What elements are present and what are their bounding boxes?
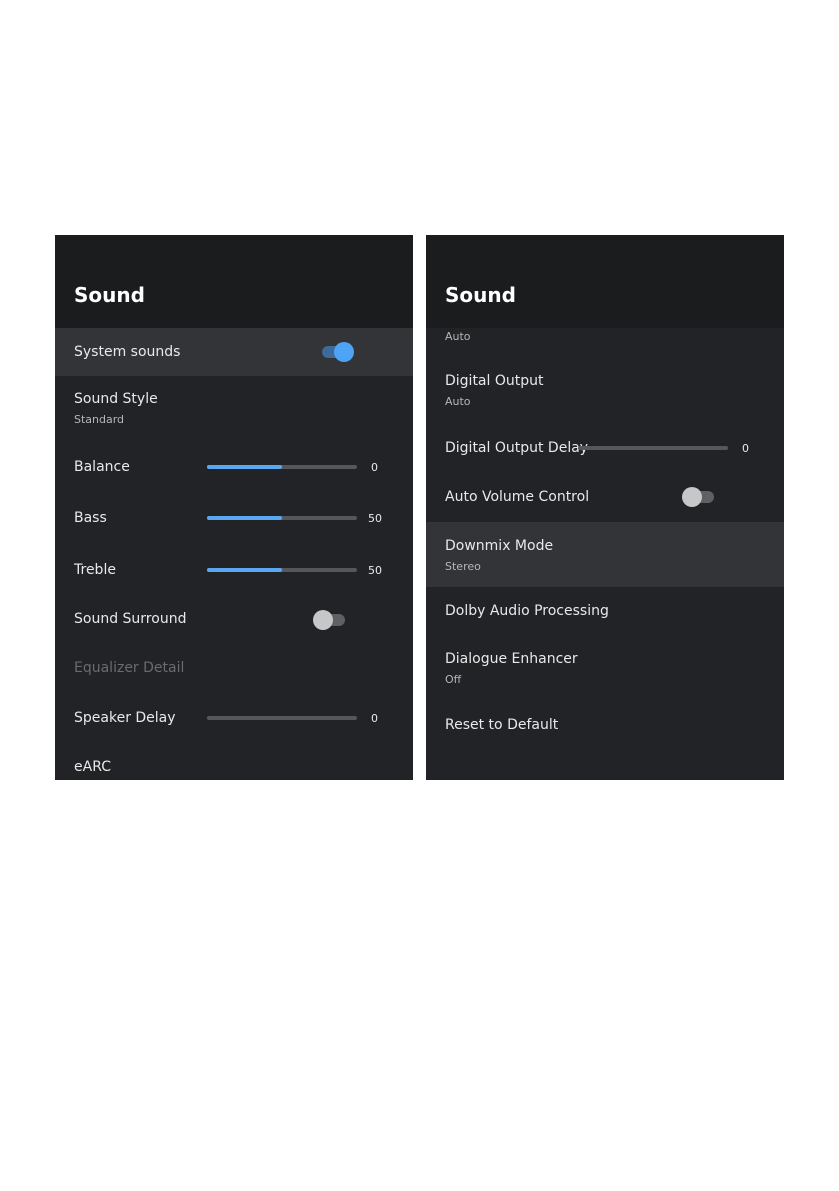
digital-output-label: Digital Output xyxy=(445,373,544,389)
digital-output-row[interactable]: Digital Output Auto xyxy=(426,365,784,420)
toggle-knob xyxy=(313,610,333,630)
system-sounds-row[interactable]: System sounds xyxy=(55,328,413,376)
partial-row: Auto xyxy=(426,328,784,348)
balance-slider-fill xyxy=(207,465,282,469)
downmix-mode-row[interactable]: Downmix Mode Stereo xyxy=(426,522,784,587)
auto-volume-control-label: Auto Volume Control xyxy=(445,489,590,505)
earc-label: eARC xyxy=(74,759,111,775)
bass-slider[interactable] xyxy=(207,516,357,520)
auto-volume-control-toggle[interactable] xyxy=(682,486,718,508)
balance-row[interactable]: Balance 0 xyxy=(55,443,413,491)
digital-output-value: Auto xyxy=(445,395,471,408)
speaker-delay-slider[interactable] xyxy=(207,716,357,720)
toggle-knob xyxy=(334,342,354,362)
earc-row[interactable]: eARC xyxy=(55,744,413,780)
digital-output-delay-slider[interactable] xyxy=(578,446,728,450)
balance-value: 0 xyxy=(371,461,378,474)
sound-surround-label: Sound Surround xyxy=(74,611,187,627)
treble-row[interactable]: Treble 50 xyxy=(55,546,413,594)
bass-row[interactable]: Bass 50 xyxy=(55,494,413,542)
dolby-audio-processing-row[interactable]: Dolby Audio Processing xyxy=(426,588,784,636)
dialogue-enhancer-label: Dialogue Enhancer xyxy=(445,651,578,667)
balance-label: Balance xyxy=(74,459,130,475)
treble-slider[interactable] xyxy=(207,568,357,572)
balance-slider[interactable] xyxy=(207,465,357,469)
reset-to-default-label: Reset to Default xyxy=(445,717,559,733)
bass-value: 50 xyxy=(368,512,382,525)
downmix-mode-label: Downmix Mode xyxy=(445,538,554,554)
sound-settings-panel-left: Sound System sounds Sound Style Standard… xyxy=(55,235,413,780)
downmix-mode-value: Stereo xyxy=(445,560,481,573)
speaker-delay-value: 0 xyxy=(371,712,378,725)
treble-value: 50 xyxy=(368,564,382,577)
system-sounds-label: System sounds xyxy=(74,344,181,360)
panel-header: Sound xyxy=(426,235,784,328)
sound-surround-toggle[interactable] xyxy=(313,609,349,631)
sound-style-value: Standard xyxy=(74,413,125,426)
sound-style-label: Sound Style xyxy=(74,391,158,407)
treble-label: Treble xyxy=(74,562,116,578)
page-title: Sound xyxy=(445,283,516,307)
bass-label: Bass xyxy=(74,510,107,526)
bass-slider-fill xyxy=(207,516,282,520)
system-sounds-toggle[interactable] xyxy=(320,341,356,363)
dolby-audio-processing-label: Dolby Audio Processing xyxy=(445,603,609,619)
equalizer-detail-label: Equalizer Detail xyxy=(74,660,185,676)
auto-volume-control-row[interactable]: Auto Volume Control xyxy=(426,473,784,521)
partial-row-value: Auto xyxy=(445,330,471,343)
dialogue-enhancer-row[interactable]: Dialogue Enhancer Off xyxy=(426,643,784,703)
treble-slider-fill xyxy=(207,568,282,572)
dialogue-enhancer-value: Off xyxy=(445,673,462,686)
equalizer-detail-row: Equalizer Detail xyxy=(55,644,413,692)
sound-surround-row[interactable]: Sound Surround xyxy=(55,595,413,643)
speaker-delay-label: Speaker Delay xyxy=(74,710,176,726)
toggle-knob xyxy=(682,487,702,507)
page-title: Sound xyxy=(74,283,145,307)
reset-to-default-row[interactable]: Reset to Default xyxy=(426,702,784,750)
digital-output-delay-value: 0 xyxy=(742,442,749,455)
speaker-delay-row[interactable]: Speaker Delay 0 xyxy=(55,694,413,742)
sound-settings-panel-right: Sound Auto Digital Output Auto Digital O… xyxy=(426,235,784,780)
digital-output-delay-row[interactable]: Digital Output Delay 0 xyxy=(426,425,784,473)
sound-style-row[interactable]: Sound Style Standard xyxy=(55,377,413,437)
panel-header: Sound xyxy=(55,235,413,328)
digital-output-delay-label: Digital Output Delay xyxy=(445,440,589,456)
